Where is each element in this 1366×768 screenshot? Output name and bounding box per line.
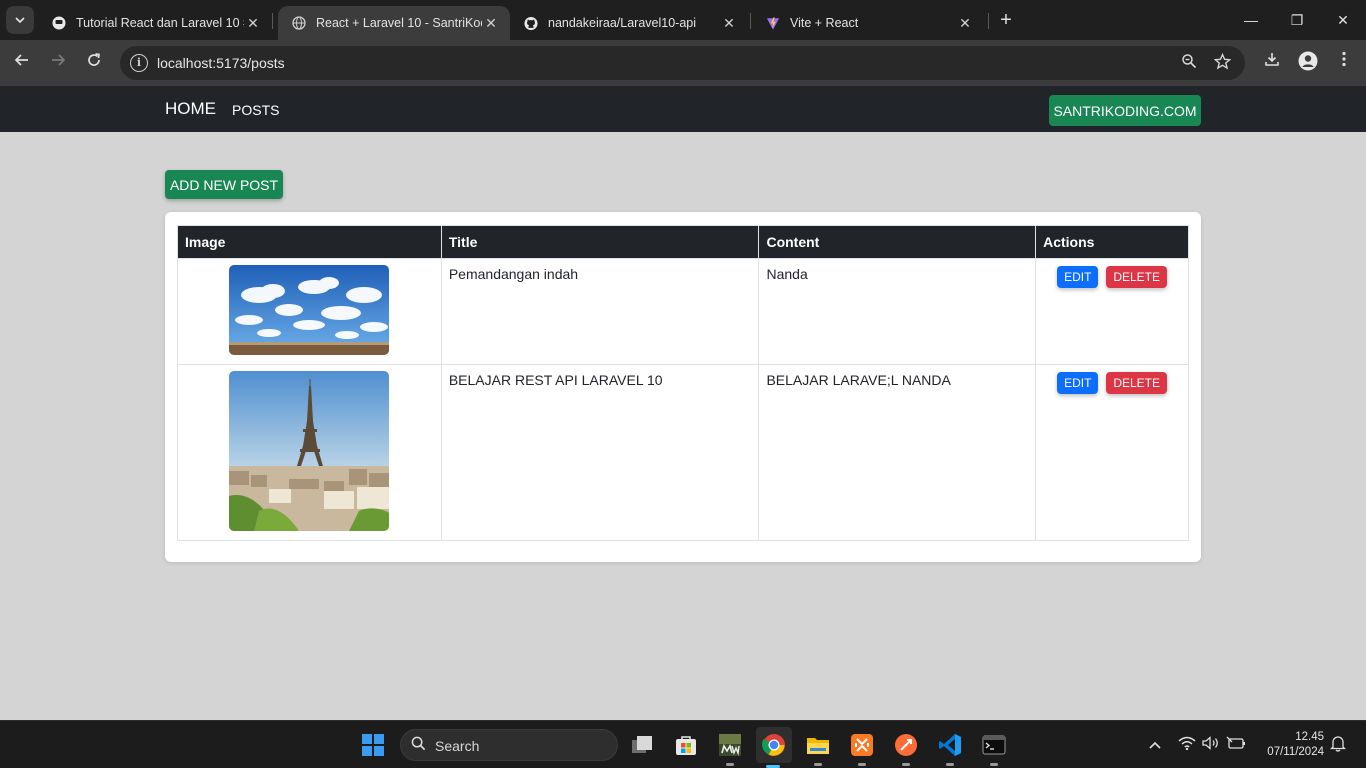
taskbar-search[interactable]: Search (400, 729, 618, 761)
tab-search-button[interactable] (6, 6, 34, 34)
running-indicator (946, 763, 954, 766)
postman-icon[interactable] (890, 729, 922, 766)
globe-favicon-icon (292, 16, 306, 30)
delete-button[interactable]: DELETE (1106, 266, 1168, 288)
windows-taskbar: Search 12.45 07/11/2024 (0, 720, 1366, 768)
table-header-row: Image Title Content Actions (177, 225, 1189, 259)
task-view-icon[interactable] (626, 729, 658, 761)
title-cell: BELAJAR REST API LARAVEL 10 (440, 364, 760, 541)
close-tab-icon[interactable]: ✕ (244, 15, 262, 32)
arrow-left-icon (14, 54, 28, 66)
profile-avatar-icon[interactable] (1296, 51, 1320, 75)
close-tab-icon[interactable]: ✕ (720, 15, 738, 32)
tab-tutorial-react[interactable]: Tutorial React dan Laravel 10 #6 ✕ (38, 6, 272, 40)
content-cell: Nanda (758, 258, 1037, 365)
running-indicator (902, 763, 910, 766)
table-row: Pemandangan indah Nanda EDIT DELETE (177, 258, 1189, 365)
arrow-right-icon (52, 54, 66, 66)
title-cell: Pemandangan indah (440, 258, 760, 365)
browser-tab-bar: Tutorial React dan Laravel 10 #6 ✕ React… (0, 0, 1366, 40)
bookmark-star-icon[interactable] (1212, 52, 1232, 73)
file-explorer-icon[interactable] (802, 729, 834, 766)
zoom-icon[interactable] (1179, 53, 1199, 73)
running-indicator (858, 763, 866, 766)
address-bar[interactable]: i localhost:5173/posts (120, 46, 1245, 80)
terminal-icon[interactable] (978, 729, 1010, 766)
delete-button[interactable]: DELETE (1106, 372, 1168, 394)
search-icon (411, 736, 426, 755)
header-content: Content (758, 225, 1037, 259)
post-image-sky (229, 265, 390, 355)
tab-github-repo[interactable]: nandakeiraa/Laravel10-api ✕ (510, 6, 748, 40)
tab-divider (272, 13, 273, 29)
battery-icon[interactable] (1226, 736, 1246, 753)
game-app-icon[interactable] (714, 729, 746, 766)
github-favicon-icon (524, 16, 538, 30)
tab-divider (750, 13, 751, 29)
download-icon[interactable] (1260, 51, 1284, 75)
app-navbar: HOME POSTS SANTRIKODING.COM (0, 86, 1366, 132)
tab-title: React + Laravel 10 - SantriKoding (316, 16, 482, 30)
reload-icon (88, 53, 100, 66)
url-text[interactable]: localhost:5173/posts (157, 55, 285, 71)
chevron-up-icon[interactable] (1148, 737, 1162, 753)
minimize-icon[interactable]: — (1239, 8, 1263, 32)
vite-favicon-icon (766, 16, 780, 30)
nav-posts-link[interactable]: POSTS (232, 102, 279, 118)
edit-button[interactable]: EDIT (1057, 372, 1099, 394)
image-cell (177, 258, 442, 365)
table-row: BELAJAR REST API LARAVEL 10 BELAJAR LARA… (177, 364, 1189, 541)
chrome-icon[interactable] (756, 727, 792, 768)
close-tab-icon[interactable]: ✕ (956, 15, 974, 32)
windows-start-icon[interactable] (362, 734, 384, 756)
restore-icon[interactable]: ❐ (1285, 8, 1309, 32)
clock-date: 07/11/2024 (1267, 746, 1324, 758)
site-info-icon[interactable]: i (130, 54, 148, 72)
browser-toolbar: i localhost:5173/posts (0, 40, 1366, 86)
new-tab-button[interactable]: + (994, 8, 1018, 32)
actions-cell: EDIT DELETE (1035, 258, 1189, 365)
system-clock[interactable]: 12.45 07/11/2024 (1256, 730, 1324, 760)
header-image: Image (177, 225, 442, 259)
edit-button[interactable]: EDIT (1057, 266, 1099, 288)
back-button[interactable] (10, 51, 34, 75)
volume-icon[interactable] (1202, 736, 1220, 753)
tab-title: Vite + React (790, 16, 859, 30)
clock-time: 12.45 (1295, 731, 1324, 743)
add-new-post-button[interactable]: ADD NEW POST (165, 170, 283, 199)
chevron-down-icon (15, 17, 25, 24)
post-image-eiffel (229, 371, 390, 531)
reload-button[interactable] (82, 51, 106, 75)
tab-title: Tutorial React dan Laravel 10 #6 (76, 16, 244, 30)
running-indicator (990, 763, 998, 766)
search-label: Search (435, 738, 480, 754)
tab-divider (988, 13, 989, 29)
close-tab-icon[interactable]: ✕ (482, 15, 500, 32)
forward-button[interactable] (46, 51, 70, 75)
image-cell (177, 364, 442, 541)
more-menu-icon[interactable] (1332, 51, 1356, 75)
header-actions: Actions (1035, 225, 1189, 259)
close-window-icon[interactable]: ✕ (1331, 8, 1355, 32)
santrikoding-button[interactable]: SANTRIKODING.COM (1049, 95, 1201, 126)
vscode-icon[interactable] (934, 729, 966, 766)
header-title: Title (440, 225, 760, 259)
actions-cell: EDIT DELETE (1035, 364, 1189, 541)
running-indicator (726, 763, 734, 766)
notification-bell-icon[interactable] (1329, 735, 1347, 755)
wifi-icon[interactable] (1178, 736, 1196, 753)
xampp-icon[interactable] (846, 729, 878, 766)
posts-card: Image Title Content Actions Pemandangan … (165, 212, 1201, 562)
posts-table: Image Title Content Actions Pemandangan … (177, 225, 1189, 541)
tab-vite-react[interactable]: Vite + React ✕ (752, 6, 984, 40)
tab-react-laravel[interactable]: React + Laravel 10 - SantriKoding ✕ (278, 6, 510, 40)
microsoft-store-icon[interactable] (670, 729, 702, 761)
youtube-favicon-icon (52, 16, 66, 30)
nav-home-link[interactable]: HOME (165, 99, 216, 119)
content-cell: BELAJAR LARAVE;L NANDA (758, 364, 1037, 541)
tab-title: nandakeiraa/Laravel10-api (548, 16, 697, 30)
running-indicator (814, 763, 822, 766)
